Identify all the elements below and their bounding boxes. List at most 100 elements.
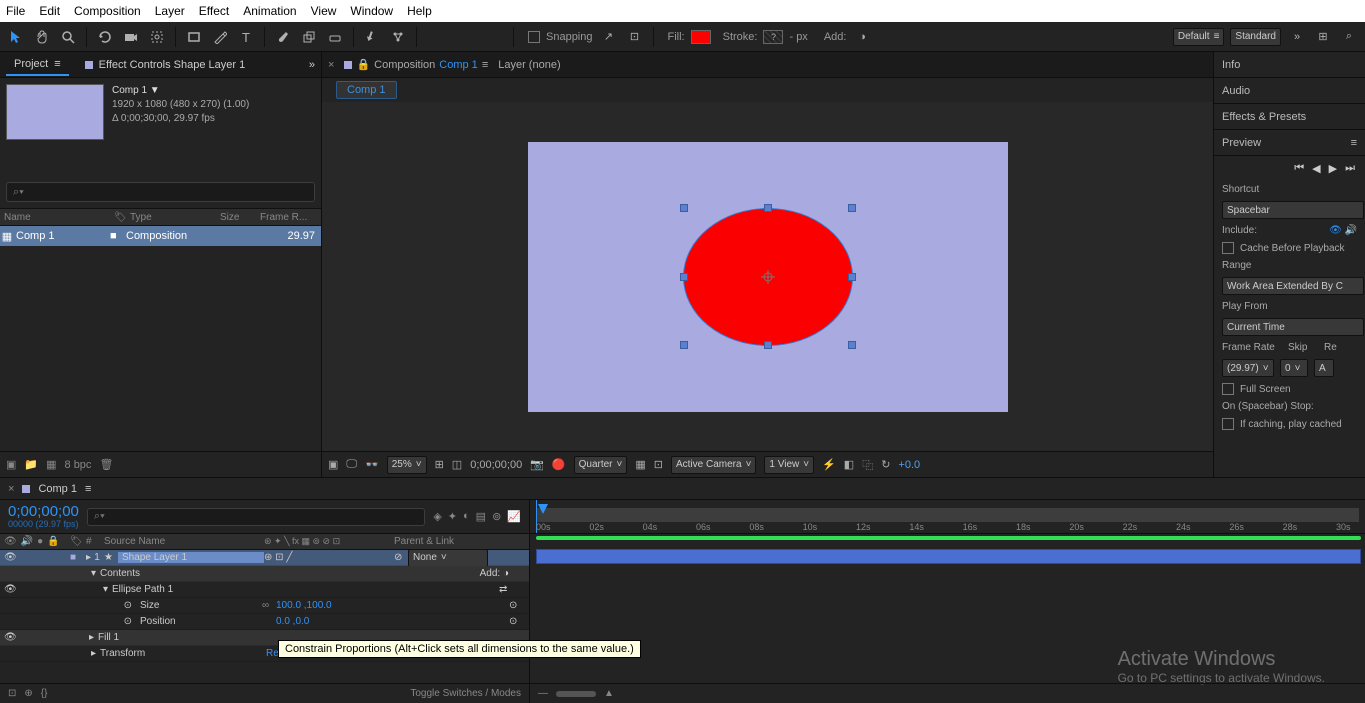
- add-menu-icon[interactable]: ◑: [852, 27, 872, 47]
- tl-foot-icon1[interactable]: ⊡: [8, 688, 16, 699]
- trash-icon[interactable]: 🗑: [99, 458, 113, 471]
- tab-composition[interactable]: 🔒 Composition Comp 1 ≡: [344, 58, 488, 71]
- col-size[interactable]: Size: [216, 212, 256, 223]
- panel-overflow-icon[interactable]: »: [309, 59, 315, 71]
- anchor-point-icon[interactable]: [761, 270, 775, 284]
- menu-view[interactable]: View: [311, 4, 337, 18]
- hand-tool-icon[interactable]: [32, 27, 52, 47]
- orbit-tool-icon[interactable]: [95, 27, 115, 47]
- handle-bl[interactable]: [680, 341, 688, 349]
- fill-swatch[interactable]: [691, 30, 711, 44]
- framerate-dropdown[interactable]: (29.97)˅: [1222, 359, 1274, 377]
- overflow-icon[interactable]: »: [1287, 27, 1307, 47]
- search-help-icon[interactable]: ⌕: [1339, 27, 1359, 47]
- stroke-swatch[interactable]: ?: [763, 30, 783, 44]
- size-value[interactable]: 100.0 ,100.0: [276, 600, 332, 611]
- playfrom-input[interactable]: [1222, 318, 1364, 336]
- menu-window[interactable]: Window: [350, 4, 393, 18]
- shortcut-input[interactable]: [1222, 201, 1364, 219]
- tl-foot-icon2[interactable]: ⊕: [24, 688, 32, 699]
- new-comp-icon[interactable]: ▦: [46, 458, 56, 471]
- folder-icon[interactable]: 📁: [24, 458, 38, 471]
- always-preview-icon[interactable]: ▣: [328, 458, 338, 471]
- layer-bar-shape1[interactable]: [536, 549, 1361, 564]
- channels-icon[interactable]: 🔴: [552, 458, 566, 471]
- range-input[interactable]: [1222, 277, 1364, 295]
- roi-icon[interactable]: ◫: [452, 458, 462, 471]
- graph-editor-icon[interactable]: 📈: [507, 510, 521, 523]
- flowchart-icon[interactable]: ⿻: [862, 457, 873, 473]
- row-size[interactable]: ⊙ Size ∞ 100.0 ,100.0 ⊙: [0, 598, 529, 614]
- bpc-label[interactable]: 8 bpc: [65, 459, 92, 471]
- layer-row-shape1[interactable]: 👁 ■ ▸ 1 ★ Shape Layer 1 ⊛ ⊡ ╱ ⊘ None ˅: [0, 550, 529, 566]
- zoom-dropdown[interactable]: 25% ˅: [387, 456, 427, 474]
- panel-preview[interactable]: Preview≡: [1214, 130, 1365, 156]
- timecode-display[interactable]: 0;00;00;00: [470, 459, 522, 471]
- shy-icon[interactable]: ◐: [463, 510, 470, 523]
- camera-tool-icon[interactable]: [121, 27, 141, 47]
- snapping-checkbox[interactable]: [528, 31, 540, 43]
- handle-tl[interactable]: [680, 204, 688, 212]
- col-name[interactable]: Name: [0, 212, 110, 223]
- toggle-switches[interactable]: Toggle Switches / Modes: [410, 688, 521, 699]
- mask-icon[interactable]: 👓: [365, 458, 379, 471]
- menu-help[interactable]: Help: [407, 4, 432, 18]
- selection-tool-icon[interactable]: [6, 27, 26, 47]
- motion-blur-icon[interactable]: ⊚: [492, 510, 501, 523]
- pen-tool-icon[interactable]: [210, 27, 230, 47]
- first-frame-icon[interactable]: ⏮: [1294, 162, 1304, 175]
- row-position[interactable]: ⊙ Position 0.0 ,0.0 ⊙: [0, 614, 529, 630]
- menu-composition[interactable]: Composition: [74, 4, 141, 18]
- stroke-px[interactable]: - px: [789, 31, 807, 43]
- frame-blend-icon[interactable]: ▤: [476, 510, 486, 523]
- menu-effect[interactable]: Effect: [199, 4, 229, 18]
- snapshot-icon[interactable]: 📷: [530, 458, 544, 471]
- text-tool-icon[interactable]: T: [236, 27, 256, 47]
- last-frame-icon[interactable]: ⏭: [1345, 162, 1355, 175]
- reset-exp-icon[interactable]: ↻: [881, 458, 890, 471]
- workspace-standard[interactable]: Standard: [1230, 28, 1281, 46]
- grid-icon[interactable]: ▦: [635, 458, 645, 471]
- timeline-track-area[interactable]: 00s02s04s06s08s10s12s14s16s18s20s22s24s2…: [530, 500, 1365, 703]
- comp-thumbnail[interactable]: [6, 84, 104, 140]
- pan-behind-tool-icon[interactable]: [147, 27, 167, 47]
- ifcache-checkbox[interactable]: [1222, 418, 1234, 430]
- zoom-in-icon[interactable]: ▲: [604, 688, 614, 699]
- panel-info[interactable]: Info: [1214, 52, 1365, 78]
- res-dropdown[interactable]: A: [1314, 359, 1334, 377]
- tl-foot-icon3[interactable]: {}: [41, 688, 48, 699]
- timeline-icon[interactable]: ◧: [844, 458, 854, 471]
- prev-frame-icon[interactable]: ◀: [1312, 162, 1320, 175]
- project-search[interactable]: ⌕▾: [6, 182, 315, 202]
- position-value[interactable]: 0.0 ,0.0: [276, 616, 309, 627]
- workspace-default[interactable]: Default ≡: [1173, 28, 1225, 46]
- tab-effect-controls[interactable]: Effect Controls Shape Layer 1: [77, 55, 254, 75]
- col-fr[interactable]: Frame R...: [256, 212, 321, 223]
- timeline-tab-comp1[interactable]: Comp 1: [38, 483, 77, 495]
- camera-dropdown[interactable]: Active Camera ˅: [671, 456, 756, 474]
- exposure-value[interactable]: +0.0: [898, 459, 920, 471]
- clone-tool-icon[interactable]: [299, 27, 319, 47]
- res-icon[interactable]: ⊞: [435, 458, 444, 471]
- menu-edit[interactable]: Edit: [39, 4, 60, 18]
- eraser-tool-icon[interactable]: [325, 27, 345, 47]
- handle-br[interactable]: [848, 341, 856, 349]
- panel-effects-presets[interactable]: Effects & Presets: [1214, 104, 1365, 130]
- brush-tool-icon[interactable]: [273, 27, 293, 47]
- draft3d-icon[interactable]: ✦: [448, 510, 457, 523]
- timeline-search[interactable]: ⌕▾: [87, 508, 425, 526]
- fast-preview-icon[interactable]: ⚡: [822, 458, 836, 471]
- zoom-tool-icon[interactable]: [58, 27, 78, 47]
- comp-mini-icon[interactable]: ◈: [433, 510, 441, 523]
- handle-tc[interactable]: [764, 204, 772, 212]
- zoom-out-icon[interactable]: —: [538, 688, 548, 699]
- skip-dropdown[interactable]: 0˅: [1280, 359, 1308, 377]
- quality-dropdown[interactable]: Quarter ˅: [574, 456, 628, 474]
- interpret-icon[interactable]: ▣: [6, 458, 16, 471]
- display-icon[interactable]: 🖵: [346, 458, 357, 471]
- rect-tool-icon[interactable]: [184, 27, 204, 47]
- row-contents[interactable]: ▾ Contents Add: ◑: [0, 566, 529, 582]
- panel-audio[interactable]: Audio: [1214, 78, 1365, 104]
- snap-opt2-icon[interactable]: ⊡: [625, 27, 645, 47]
- handle-tr[interactable]: [848, 204, 856, 212]
